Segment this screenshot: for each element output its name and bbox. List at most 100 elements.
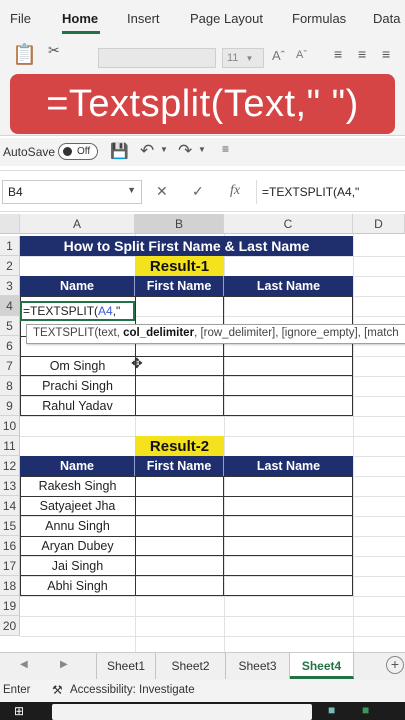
row-header[interactable]: 2 (0, 256, 20, 276)
accessibility-status[interactable]: Accessibility: Investigate (70, 684, 195, 696)
gridline (20, 616, 405, 617)
row-header[interactable]: 18 (0, 576, 20, 596)
font-size-box[interactable]: 11 ▼ (222, 48, 264, 68)
status-bar: Enter ⚒ Accessibility: Investigate (0, 680, 405, 702)
add-sheet-icon[interactable]: + (386, 656, 404, 674)
accessibility-icon[interactable]: ⚒ (52, 683, 63, 697)
enter-icon[interactable]: ✓ (192, 183, 204, 200)
quick-access-toolbar: AutoSave Off 💾 ↶ ▼ ↷ ▼ ≡ (0, 138, 405, 166)
result1-header-first-name[interactable]: First Name (135, 276, 224, 296)
scroll-left-icon[interactable]: ◀ (20, 659, 28, 670)
move-cursor-icon: ✥ (131, 355, 143, 371)
tooltip-function: TEXTSPLIT(text, (33, 327, 124, 339)
result2-header-name[interactable]: Name (20, 456, 135, 476)
row-header[interactable]: 13 (0, 476, 20, 496)
result1-label[interactable]: Result-1 (135, 256, 224, 276)
align-middle-icon[interactable]: ≡ (358, 46, 366, 62)
formula-banner: =Textsplit(Text," ") (10, 74, 395, 134)
column-header-b[interactable]: B (135, 214, 224, 234)
row-header[interactable]: 3 (0, 276, 20, 296)
name-cell[interactable]: Abhi Singh (20, 576, 135, 596)
scroll-right-icon[interactable]: ▶ (60, 659, 68, 670)
align-top-icon[interactable]: ≡ (334, 46, 342, 62)
row-header[interactable]: 7 (0, 356, 20, 376)
row-header[interactable]: 8 (0, 376, 20, 396)
name-cell[interactable]: Om Singh (20, 356, 135, 376)
cancel-icon[interactable]: ✕ (156, 183, 168, 200)
tab-data[interactable]: Data (373, 11, 400, 26)
redo-dropdown-icon[interactable]: ▼ (198, 145, 206, 154)
result1-header-last-name[interactable]: Last Name (224, 276, 353, 296)
row-header[interactable]: 20 (0, 616, 20, 636)
sheet-tab-1[interactable]: Sheet1 (96, 653, 156, 679)
function-tooltip[interactable]: TEXTSPLIT(text, col_delimiter, [row_deli… (26, 324, 405, 344)
row-header[interactable]: 4 (0, 296, 20, 316)
redo-icon[interactable]: ↷ (178, 141, 192, 161)
tab-file[interactable]: File (10, 11, 31, 26)
formula-input[interactable]: =TEXTSPLIT(A4," (256, 180, 405, 204)
row-header[interactable]: 14 (0, 496, 20, 516)
row-header[interactable]: 9 (0, 396, 20, 416)
name-cell[interactable]: Rakesh Singh (20, 476, 135, 496)
sheet-tabs-bar: ◀ ▶ Sheet1 Sheet2 Sheet3 Sheet4 + (0, 652, 405, 680)
name-cell[interactable]: Aryan Dubey (20, 536, 135, 556)
autosave-toggle[interactable]: Off (58, 143, 98, 160)
tab-home[interactable]: Home (62, 11, 98, 26)
row-header[interactable]: 5 (0, 316, 20, 336)
status-mode: Enter (3, 684, 31, 696)
gridline (20, 596, 405, 597)
row-header[interactable]: 17 (0, 556, 20, 576)
customize-toolbar-icon[interactable]: ≡ (222, 142, 229, 156)
result2-label[interactable]: Result-2 (135, 436, 224, 456)
undo-dropdown-icon[interactable]: ▼ (160, 145, 168, 154)
name-box[interactable]: B4 ▼ (2, 180, 142, 204)
name-cell[interactable]: Prachi Singh (20, 376, 135, 396)
sheet-title[interactable]: How to Split First Name & Last Name (20, 236, 353, 256)
name-cell[interactable]: Jai Singh (20, 556, 135, 576)
row-header[interactable]: 16 (0, 536, 20, 556)
row-header[interactable]: 10 (0, 416, 20, 436)
font-size-value: 11 (227, 52, 239, 64)
result2-header-last-name[interactable]: Last Name (224, 456, 353, 476)
grow-font-icon[interactable]: Aˆ (272, 48, 285, 63)
taskbar-search[interactable] (52, 704, 312, 720)
app-icon[interactable]: ■ (328, 703, 335, 717)
row-header[interactable]: 6 (0, 336, 20, 356)
row-header[interactable]: 1 (0, 236, 20, 256)
column-header-c[interactable]: C (224, 214, 353, 234)
paste-icon[interactable]: 📋 (12, 42, 37, 67)
undo-icon[interactable]: ↶ (140, 141, 154, 161)
row-header[interactable]: 15 (0, 516, 20, 536)
select-all-corner[interactable] (0, 214, 20, 234)
autosave-state: Off (77, 146, 91, 157)
name-box-value: B4 (8, 185, 23, 199)
sheet-tab-2[interactable]: Sheet2 (156, 653, 226, 679)
insert-function-icon[interactable]: fx (230, 183, 240, 199)
shrink-font-icon[interactable]: Aˇ (296, 49, 307, 61)
row-header[interactable]: 11 (0, 436, 20, 456)
active-cell-editor[interactable]: =TEXTSPLIT(A4," (20, 301, 135, 321)
align-bottom-icon[interactable]: ≡ (382, 46, 390, 62)
name-cell[interactable]: Satyajeet Jha (20, 496, 135, 516)
sheet-tab-4[interactable]: Sheet4 (290, 653, 354, 679)
column-header-d[interactable]: D (353, 214, 405, 234)
excel-app-icon[interactable]: ■ (362, 703, 369, 717)
sheet-tab-3[interactable]: Sheet3 (226, 653, 290, 679)
font-name-box[interactable] (98, 48, 216, 68)
chevron-down-icon: ▼ (245, 54, 254, 63)
windows-icon[interactable]: ⊞ (14, 704, 24, 718)
result1-header-name[interactable]: Name (20, 276, 135, 296)
row-header[interactable]: 19 (0, 596, 20, 616)
tab-insert[interactable]: Insert (127, 11, 160, 26)
gridline (20, 636, 405, 637)
result2-header-first-name[interactable]: First Name (135, 456, 224, 476)
name-cell[interactable]: Annu Singh (20, 516, 135, 536)
tab-page-layout[interactable]: Page Layout (190, 11, 263, 26)
row-header[interactable]: 12 (0, 456, 20, 476)
column-header-a[interactable]: A (20, 214, 135, 234)
save-icon[interactable]: 💾 (110, 142, 129, 160)
tab-formulas[interactable]: Formulas (292, 11, 346, 26)
formula-bar: B4 ▼ ✕ ✓ fx =TEXTSPLIT(A4," (0, 170, 405, 212)
name-cell[interactable]: Rahul Yadav (20, 396, 135, 416)
cut-icon[interactable]: ✂ (48, 42, 60, 59)
